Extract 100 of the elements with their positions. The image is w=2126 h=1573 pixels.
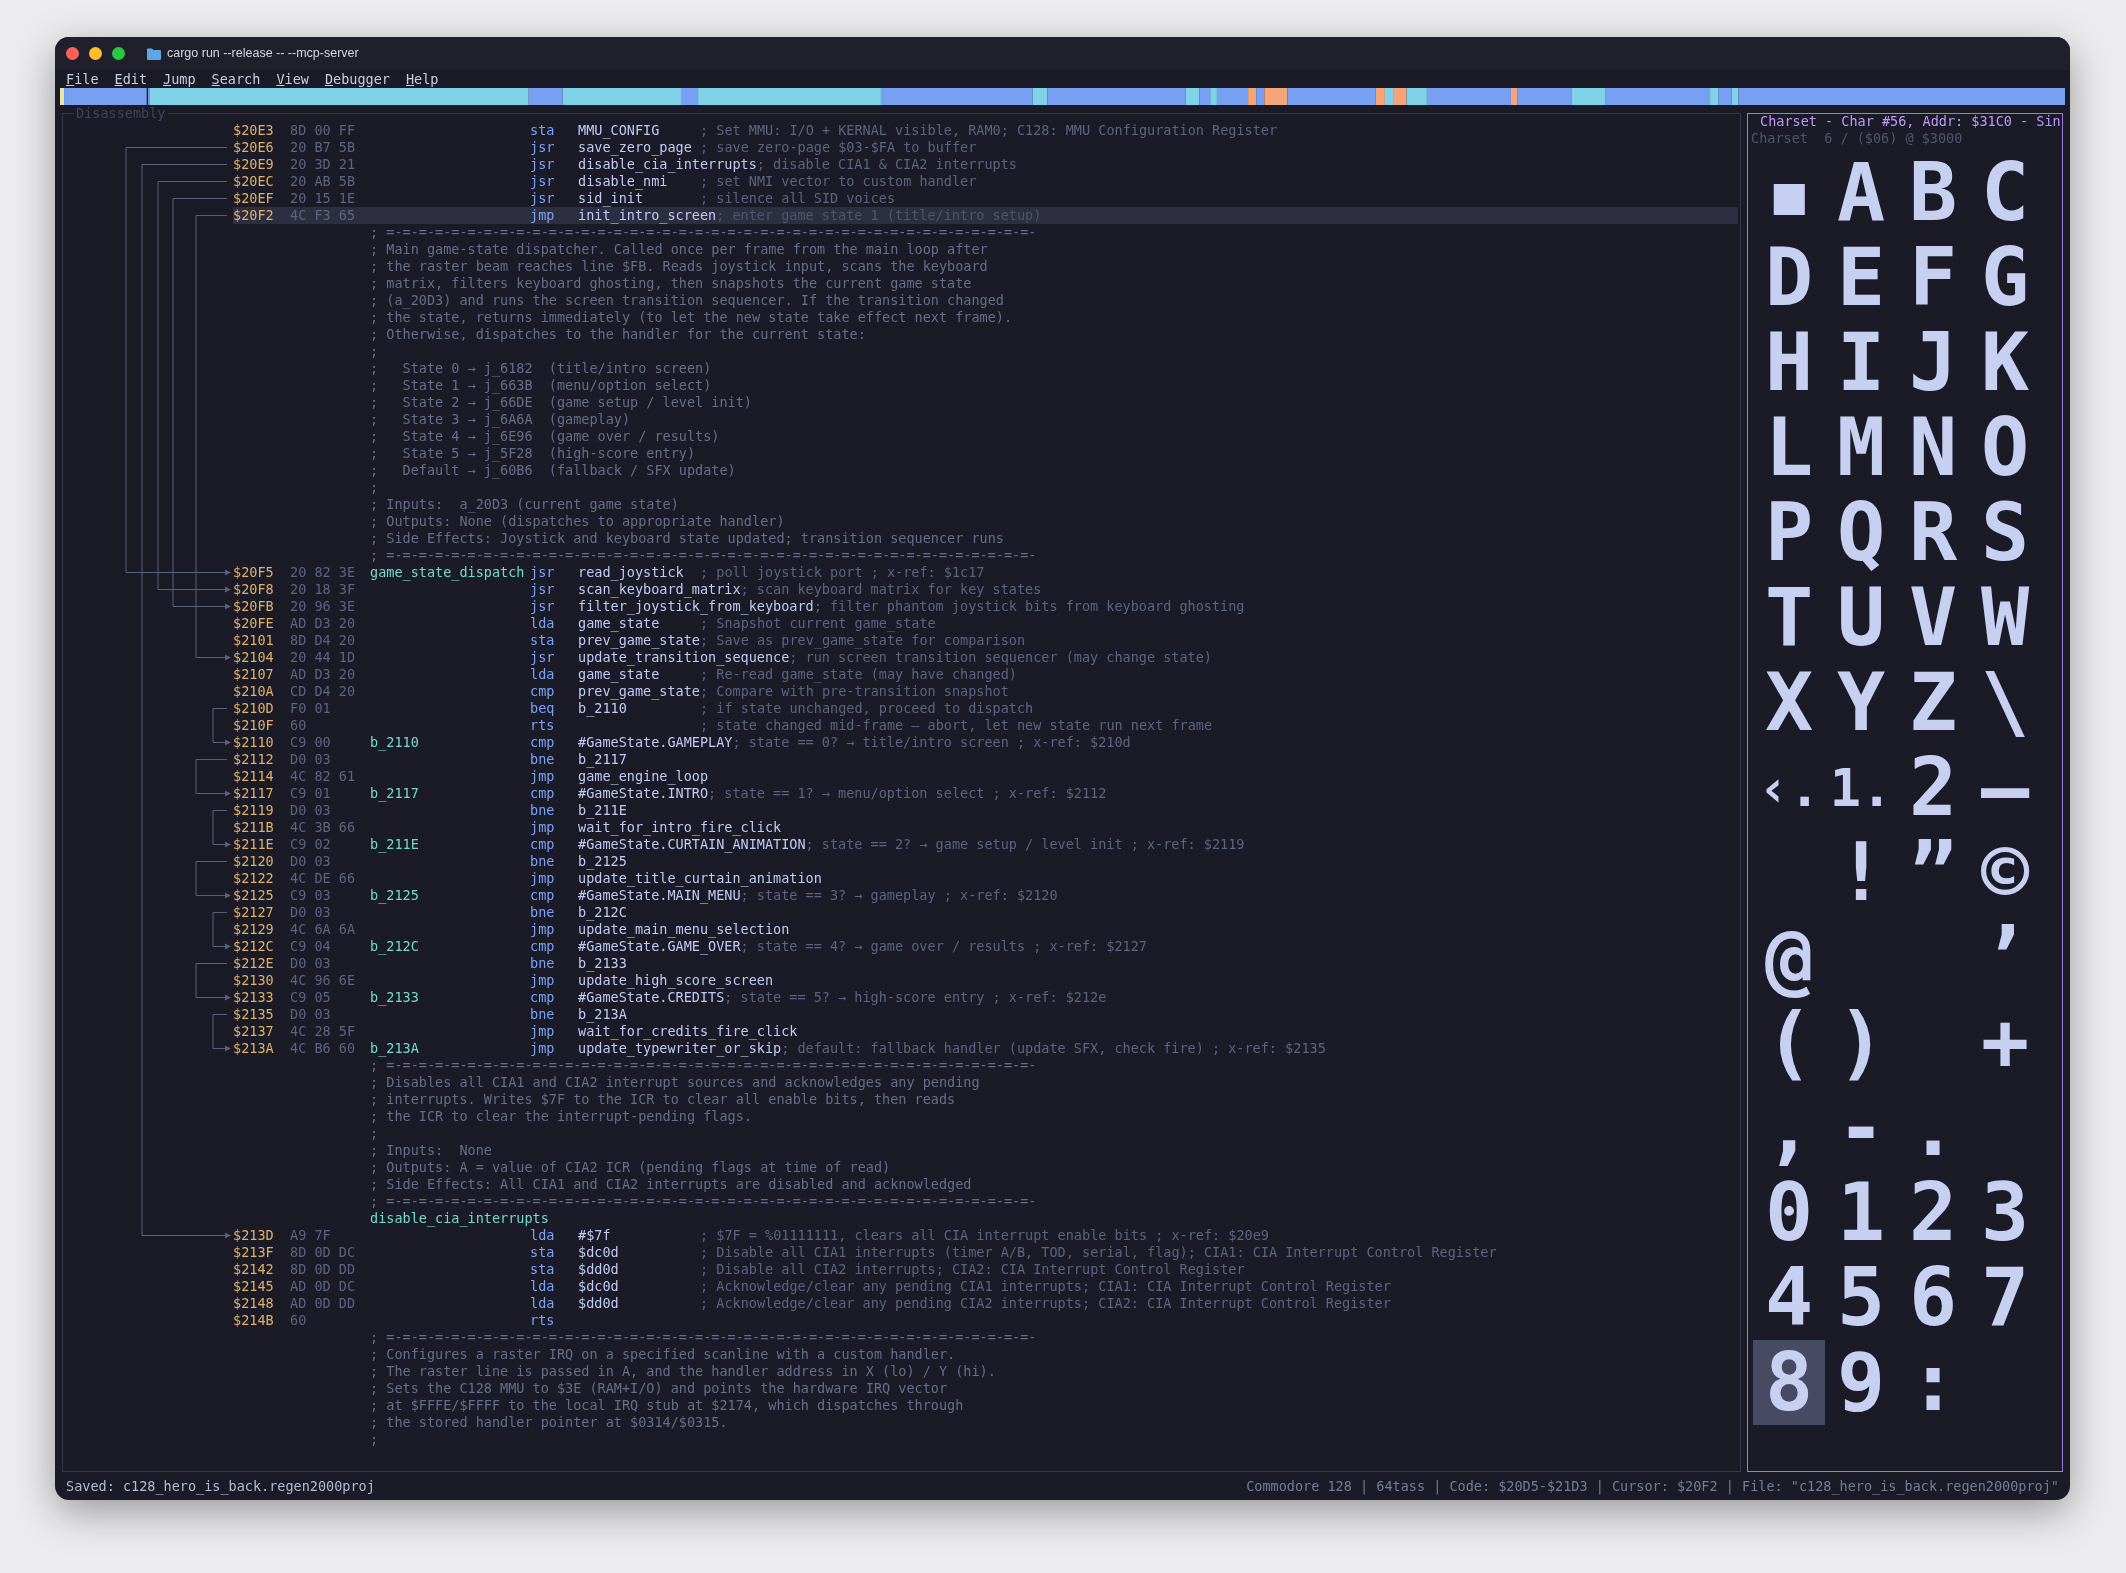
label-name: b_2110: [370, 734, 419, 751]
comment-text: ; =-=-=-=-=-=-=-=-=-=-=-=-=-=-=-=-=-=-=-=-=-=-=-=-=-=-=-=-=-=-=-=-=-=-=-=-=-=-=-=-: [370, 1057, 1037, 1076]
code-line[interactable]: $2120 D0 03 bne b_2125: [233, 853, 1738, 870]
menu-item[interactable]: Help: [405, 68, 439, 90]
code-line[interactable]: $2129 4C 6A 6A jmp update_main_menu_selection: [233, 921, 1738, 938]
address: $20F8: [233, 581, 274, 598]
operand: init_intro_screen: [578, 207, 717, 224]
code-line[interactable]: $20E6 20 B7 5B jsr save_zero_page ; save zero-page $03-$FA to buffer: [233, 139, 1738, 156]
byte-values: 8D 0D DD: [290, 1261, 356, 1278]
operand: $dc0d: [578, 1244, 619, 1261]
code-line[interactable]: $211B 4C 3B 66 jmp wait_for_intro_fire_click: [233, 819, 1738, 836]
code-line[interactable]: $20EF 20 15 1E jsr sid_init ; silence all SID voices: [233, 190, 1738, 207]
address: $212E: [233, 955, 274, 972]
code-line[interactable]: $2148 AD 0D DD lda $dd0d ; Acknowledge/clear any pending CIA2 interrupts; CIA2: CIA Interrupt Control Register: [233, 1295, 1738, 1312]
code-line[interactable]: $2114 4C 82 61 jmp game_engine_loop: [233, 768, 1738, 785]
operand: b_212C: [578, 904, 627, 921]
byte-values: C9 02: [290, 836, 331, 853]
code-line[interactable]: $2127 D0 03 bne b_212C: [233, 904, 1738, 921]
address: $2112: [233, 751, 274, 768]
status-text: Saved: c128_hero_is_back.regen2000proj: [66, 1476, 375, 1497]
code-line[interactable]: $210D F0 01 beq b_2110 ; if state unchanged, proceed to dispatch: [233, 700, 1738, 717]
code-line[interactable]: $211E C9 02 b_211E cmp #GameState.CURTAIN_ANIMATION; state == 2? → game setup / level init ; x-ref: $2119: [233, 836, 1738, 853]
comment-text: ; (a_20D3) and runs the screen transition sequencer. If the transition changed: [370, 291, 1004, 311]
code-line[interactable]: $2101 8D D4 20 sta prev_game_state; Save as prev_game_state for comparison: [233, 632, 1738, 649]
code-line[interactable]: $210F 60 rts ; state changed mid-frame — abort, let new state run next frame: [233, 717, 1738, 734]
code-line[interactable]: $2145 AD 0D DC lda $dc0d ; Acknowledge/clear any pending CIA1 interrupts; CIA1: CIA Interrupt Control Register: [233, 1278, 1738, 1295]
operand: disable_cia_interrupts: [578, 156, 757, 173]
comment-text: ; Configures a raster IRQ on a specified scanline with a custom handler.: [370, 1345, 956, 1365]
code-line[interactable]: $2110 C9 00 b_2110 cmp #GameState.GAMEPLAY; state == 0? → title/intro screen ; x-ref: $210d: [233, 734, 1738, 751]
byte-values: AD 0D DC: [290, 1278, 356, 1295]
address: $2104: [233, 649, 274, 666]
code-line[interactable]: $2117 C9 01 b_2117 cmp #GameState.INTRO; state == 1? → menu/option select ; x-ref: $2112: [233, 785, 1738, 802]
code-line[interactable]: $20E3 8D 00 FF sta MMU_CONFIG ; Set MMU: I/O + KERNAL visible, RAM0; C128: MMU Configuration Register: [233, 122, 1738, 139]
byte-values: 20 AB 5B: [290, 173, 356, 190]
close-button[interactable]: [66, 47, 79, 60]
code-line[interactable]: $20FB 20 96 3E jsr filter_joystick_from_keyboard; filter phantom joystick bits from keyboard ghosting: [233, 598, 1738, 615]
code-line[interactable]: $210A CD D4 20 cmp prev_game_state; Compare with pre-transition snapshot: [233, 683, 1738, 700]
menu-item[interactable]: File: [66, 68, 99, 90]
address: $2133: [233, 989, 274, 1006]
mnemonic: cmp: [530, 989, 555, 1006]
code-line[interactable]: $2122 4C DE 66 jmp update_title_curtain_animation: [233, 870, 1738, 887]
address: $214B: [233, 1312, 274, 1329]
code-line[interactable]: $2119 D0 03 bne b_211E: [233, 802, 1738, 819]
byte-values: C9 01: [290, 785, 331, 802]
comment-text: ; state == 0? → title/intro screen ; x-ref: $210d: [732, 733, 1131, 753]
address: $213F: [233, 1244, 274, 1261]
operand: sid_init: [578, 190, 644, 207]
address: $2130: [233, 972, 274, 989]
code-line[interactable]: $20FE AD D3 20 lda game_state ; Snapshot current game_state: [233, 615, 1738, 632]
mnemonic: jmp: [530, 870, 555, 887]
code-line[interactable]: $213F 8D 0D DC sta $dc0d ; Disable all CIA1 interrupts (timer A/B, TOD, serial, flag); CIA1: CIA Interrupt Control Register: [233, 1244, 1738, 1261]
code-line[interactable]: $212E D0 03 bne b_2133: [233, 955, 1738, 972]
operand: #GameState.GAMEPLAY: [578, 734, 733, 751]
byte-values: 4C 3B 66: [290, 819, 356, 836]
address: $2120: [233, 853, 274, 870]
operand: disable_nmi: [578, 173, 668, 190]
code-line[interactable]: $213A 4C B6 60 b_213A jmp update_typewriter_or_skip; default: fallback handler (update SFX, check fire) ; x-ref: $2135: [233, 1040, 1738, 1057]
comment-text: ; default: fallback handler (update SFX, check fire) ; x-ref: $2135: [781, 1040, 1326, 1059]
charset-glyph[interactable]: 8: [1753, 1340, 1825, 1426]
menu-item[interactable]: Search: [211, 68, 261, 90]
menu-item[interactable]: View: [276, 68, 309, 90]
code-line[interactable]: $2137 4C 28 5F jmp wait_for_credits_fire_click: [233, 1023, 1738, 1040]
code-line[interactable]: $214B 60 rts: [233, 1312, 1738, 1329]
code-line[interactable]: $20E9 20 3D 21 jsr disable_cia_interrupts; disable CIA1 & CIA2 interrupts: [233, 156, 1738, 173]
operand: b_2110: [578, 700, 627, 717]
address: $20FE: [233, 615, 274, 632]
code-line[interactable]: $2135 D0 03 bne b_213A: [233, 1006, 1738, 1023]
mnemonic: sta: [530, 1244, 555, 1261]
operand: update_title_curtain_animation: [578, 870, 822, 887]
code-line[interactable]: $20F5 20 82 3E game_state_dispatch jsr read_joystick ; poll joystick port ; x-ref: $1c17: [233, 564, 1738, 581]
byte-values: C9 04: [290, 938, 331, 955]
maximize-button[interactable]: [112, 47, 125, 60]
menu-item[interactable]: Debugger: [324, 68, 390, 90]
label-line[interactable]: disable_cia_interrupts: [233, 1210, 1738, 1227]
byte-values: D0 03: [290, 904, 331, 921]
comment-text: ; filter phantom joystick bits from keyboard ghosting: [813, 597, 1245, 617]
mnemonic: jsr: [530, 598, 555, 615]
code-line[interactable]: $2107 AD D3 20 lda game_state ; Re-read game_state (may have changed): [233, 666, 1738, 683]
comment-text: ; Main game-state dispatcher. Called once per frame from the main loop after: [370, 240, 988, 260]
code-line[interactable]: $2133 C9 05 b_2133 cmp #GameState.CREDITS; state == 5? → high-score entry ; x-ref: $212e: [233, 989, 1738, 1006]
operand: $dd0d: [578, 1261, 619, 1278]
menu-item[interactable]: Jump: [163, 68, 196, 90]
code-line[interactable]: $213D A9 7F lda #$7f ; $7F = %01111111, clears all CIA interrupt enable bits ; x-ref: $20e9: [233, 1227, 1738, 1244]
code-line[interactable]: $2125 C9 03 b_2125 cmp #GameState.MAIN_MENU; state == 3? → gameplay ; x-ref: $2120: [233, 887, 1738, 904]
code-line[interactable]: $2142 8D 0D DD sta $dd0d ; Disable all CIA2 interrupts; CIA2: CIA Interrupt Control Register: [233, 1261, 1738, 1278]
address: $2114: [233, 768, 274, 785]
code-line[interactable]: $20EC 20 AB 5B jsr disable_nmi ; set NMI vector to custom handler: [233, 173, 1738, 190]
code-line[interactable]: $212C C9 04 b_212C cmp #GameState.GAME_OVER; state == 4? → game over / results ; x-ref: $2127: [233, 938, 1738, 955]
code-line[interactable]: $20F8 20 18 3F jsr scan_keyboard_matrix; scan keyboard matrix for key states: [233, 581, 1738, 598]
code-line[interactable]: $2104 20 44 1D jsr update_transition_sequence; run screen transition sequencer (may change state): [233, 649, 1738, 666]
menu-item[interactable]: Edit: [114, 68, 148, 90]
code-line[interactable]: $2130 4C 96 6E jmp update_high_score_screen: [233, 972, 1738, 989]
comment-text: ; run screen transition sequencer (may change state): [789, 649, 1212, 668]
minimize-button[interactable]: [89, 47, 102, 60]
code-line[interactable]: $2112 D0 03 bne b_2117: [233, 751, 1738, 768]
comment-text: ; Outputs: A = value of CIA2 ICR (pending flags at time of read): [370, 1158, 891, 1178]
address: $2127: [233, 904, 274, 921]
operand: game_state: [578, 666, 660, 683]
operand: update_typewriter_or_skip: [578, 1040, 782, 1057]
comment-text: ; State 5 → j_5F28 (high-score entry): [370, 445, 696, 464]
